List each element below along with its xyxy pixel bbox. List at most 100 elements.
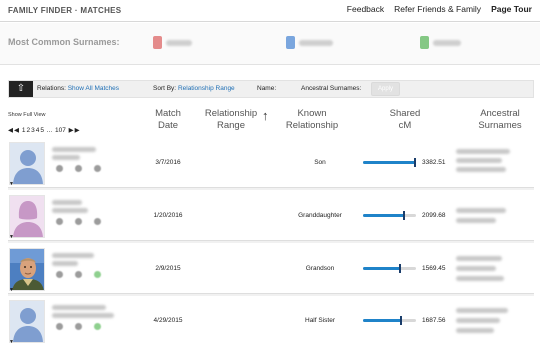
relations-filter: Relations: Show All Matches <box>37 85 119 92</box>
shared-cm-fill <box>363 267 401 270</box>
column-header-line: Range <box>217 120 245 131</box>
column-match-date[interactable]: Match Date <box>148 108 188 132</box>
column-relationship-range[interactable]: Relationship Range <box>198 108 264 132</box>
surname-name-blurred[interactable] <box>299 40 333 46</box>
family-tree-icon[interactable] <box>75 271 82 278</box>
ancestral-surnames-blurred <box>456 328 494 333</box>
match-row[interactable]: ▼ 1/20/2016 Granddaughter 2099.68 <box>8 194 534 241</box>
surname-name-blurred[interactable] <box>166 40 192 46</box>
match-row[interactable]: ▼ 3/7/2016 Son 3382.51 <box>8 141 534 188</box>
known-relationship[interactable]: Granddaughter <box>280 212 360 219</box>
relations-label: Relations: <box>37 85 66 92</box>
expand-caret-icon[interactable]: ▼ <box>9 234 14 240</box>
match-name-blurred[interactable] <box>52 305 106 310</box>
avatar[interactable] <box>9 195 45 238</box>
column-known-relationship[interactable]: Known Relationship <box>280 108 344 132</box>
page-link[interactable]: 2 <box>26 127 30 134</box>
ancestral-surnames-blurred <box>456 167 506 172</box>
shared-cm-value[interactable]: 2099.68 <box>422 212 446 219</box>
page-tour-link[interactable]: Page Tour <box>491 4 532 14</box>
match-date: 3/7/2016 <box>155 159 181 166</box>
avatar[interactable] <box>9 142 45 185</box>
family-tree-icon[interactable] <box>75 323 82 330</box>
refer-friends-link[interactable]: Refer Friends & Family <box>394 4 481 14</box>
notes-icon[interactable] <box>94 165 101 172</box>
shared-cm-fill <box>363 161 416 164</box>
profile-action-icon[interactable] <box>56 271 63 278</box>
shared-cm-bar <box>363 211 416 220</box>
tree-available-icon[interactable] <box>94 271 101 278</box>
first-page-icon[interactable]: ◀ <box>8 127 13 134</box>
next-page-icon[interactable]: ▶ <box>69 127 74 134</box>
match-date: 2/9/2015 <box>155 265 181 272</box>
match-date: 4/29/2015 <box>153 317 183 324</box>
profile-action-icon[interactable] <box>56 323 63 330</box>
match-name-blurred[interactable] <box>52 200 82 205</box>
shared-cm-value[interactable]: 1687.56 <box>422 317 446 324</box>
column-header-line: Relationship <box>204 108 258 119</box>
column-header-line: Date <box>157 120 179 131</box>
surname-name-blurred[interactable] <box>433 40 461 46</box>
known-relationship[interactable]: Grandson <box>280 265 360 272</box>
match-info-blurred <box>52 313 114 318</box>
show-full-view-link[interactable]: Show Full View <box>8 112 46 118</box>
known-relationship[interactable]: Half Sister <box>280 317 360 324</box>
family-tree-icon[interactable] <box>75 218 82 225</box>
profile-action-icon[interactable] <box>56 218 63 225</box>
filter-bar: ⇧ Relations: Show All Matches Sort By: R… <box>8 80 534 98</box>
avatar[interactable] <box>9 300 45 343</box>
expand-caret-icon[interactable]: ▼ <box>9 339 14 343</box>
top-links: Feedback Refer Friends & Family Page Tou… <box>347 4 532 14</box>
page-link[interactable]: 3 <box>31 127 35 134</box>
avatar[interactable] <box>9 248 45 291</box>
sort-label: Sort By: <box>153 85 177 92</box>
known-relationship[interactable]: Son <box>280 159 360 166</box>
column-header-line: Shared <box>389 108 421 119</box>
page-link[interactable]: 1 <box>22 127 26 134</box>
shared-cm-bar <box>363 264 416 273</box>
page-link[interactable]: 107 <box>55 127 66 134</box>
column-shared-cm[interactable]: Shared cM <box>380 108 430 132</box>
shared-cm-value[interactable]: 1569.45 <box>422 265 446 272</box>
surname-pin-icon <box>286 36 295 49</box>
column-header-line: Match <box>155 108 181 119</box>
match-row[interactable]: ▼ 2/9/2015 Grandson 1569.45 <box>8 247 534 294</box>
common-surnames-label: Most Common Surnames: <box>8 37 120 47</box>
ancestral-surnames-blurred <box>456 256 502 261</box>
page-ellipsis: ... <box>46 127 53 134</box>
ancestral-surnames-label: Ancestral Surnames: <box>301 85 362 92</box>
sort-dropdown[interactable]: Relationship Range <box>178 85 235 92</box>
profile-action-icon[interactable] <box>56 165 63 172</box>
feedback-link[interactable]: Feedback <box>347 4 384 14</box>
ancestral-surnames-blurred <box>456 208 506 213</box>
column-ancestral-surnames[interactable]: Ancestral Surnames <box>470 108 530 132</box>
surname-pin-icon <box>153 36 162 49</box>
page-link[interactable]: 4 <box>36 127 40 134</box>
notes-icon[interactable] <box>94 218 101 225</box>
shared-cm-marker <box>403 211 405 220</box>
shared-cm-bar <box>363 316 416 325</box>
sort-up-arrow-icon[interactable]: ↑ <box>262 108 269 123</box>
column-header-line: Relationship <box>285 120 339 131</box>
pagination: ◀◀ 12345 ... 107 ▶▶ <box>8 126 81 134</box>
page-link[interactable]: 5 <box>40 127 44 134</box>
match-row[interactable]: ▼ 4/29/2015 Half Sister 1687.56 <box>8 299 534 343</box>
surname-pin-icon <box>420 36 429 49</box>
match-name-blurred[interactable] <box>52 253 94 258</box>
prev-page-icon[interactable]: ◀ <box>14 127 19 134</box>
app-title: FAMILY FINDER · MATCHES <box>8 6 122 15</box>
last-page-icon[interactable]: ▶ <box>75 127 80 134</box>
expand-caret-icon[interactable]: ▼ <box>9 181 14 187</box>
match-date: 1/20/2016 <box>153 212 183 219</box>
collapse-up-button[interactable]: ⇧ <box>9 81 33 97</box>
match-name-blurred[interactable] <box>52 147 96 152</box>
expand-caret-icon[interactable]: ▼ <box>9 287 14 293</box>
male-silhouette-icon <box>10 143 44 184</box>
family-tree-icon[interactable] <box>75 165 82 172</box>
relations-dropdown[interactable]: Show All Matches <box>68 85 119 92</box>
shared-cm-value[interactable]: 3382.51 <box>422 159 446 166</box>
apply-button[interactable]: Apply <box>371 82 400 96</box>
tree-available-icon[interactable] <box>94 323 101 330</box>
shared-cm-marker <box>399 264 401 273</box>
shared-cm-fill <box>363 319 402 322</box>
